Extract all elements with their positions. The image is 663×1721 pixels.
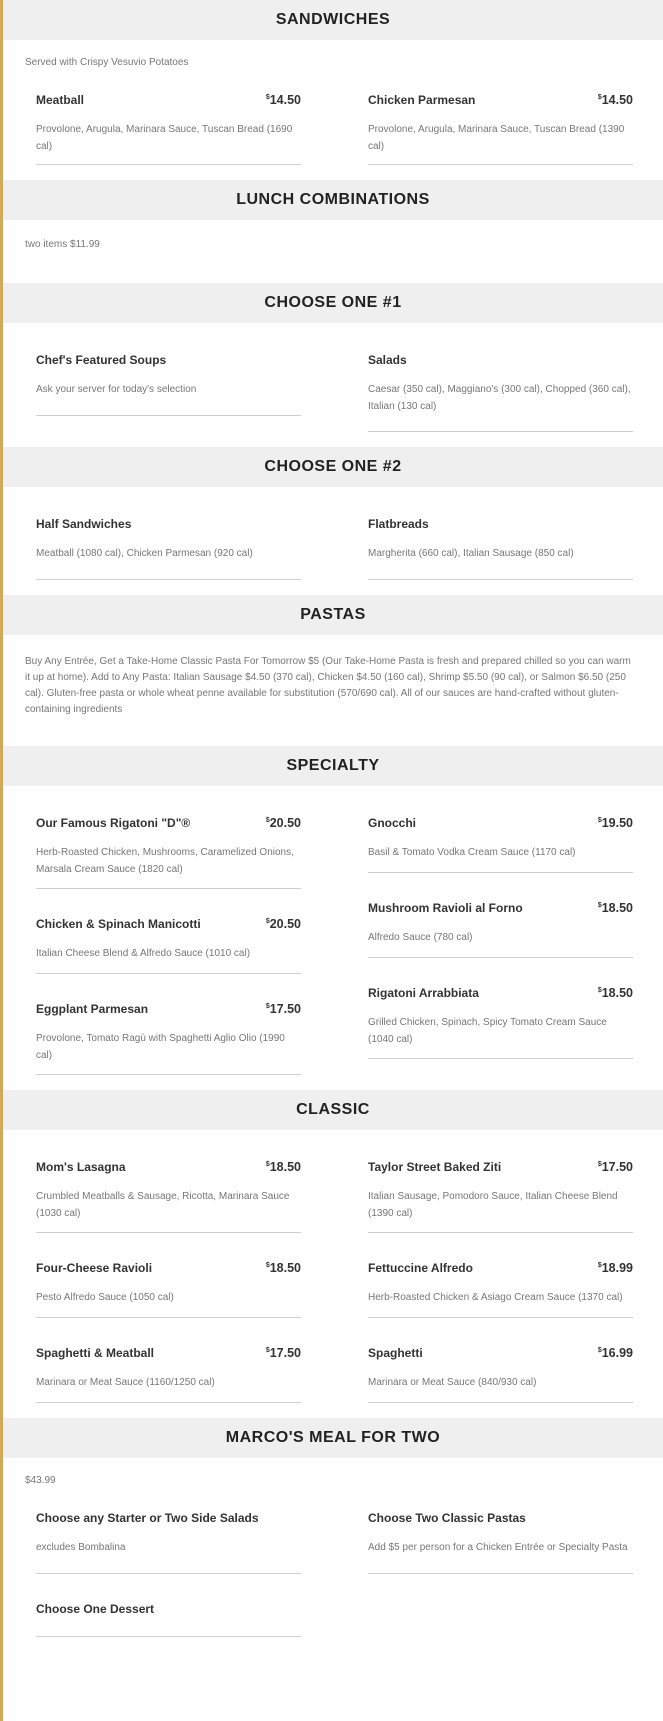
item-price: $17.50 <box>265 1002 301 1016</box>
section-header-specialty: SPECIALTY <box>3 746 663 786</box>
menu-item: Gnocchi $19.50 Basil & Tomato Vodka Crea… <box>368 816 633 873</box>
item-description: Ask your server for today's selection <box>36 384 197 395</box>
section-description: $43.99 <box>25 1475 56 1486</box>
section-description: Served with Crispy Vesuvio Potatoes <box>25 57 189 68</box>
menu-item: Fettuccine Alfredo $18.99 Herb-Roasted C… <box>368 1261 633 1318</box>
item-name: Half Sandwiches <box>36 517 132 531</box>
section-header-pastas: PASTAS <box>3 595 663 635</box>
item-name: Gnocchi <box>368 816 417 830</box>
item-name: Rigatoni Arrabbiata <box>368 986 479 1000</box>
item-description: Provolone, Arugula, Marinara Sauce, Tusc… <box>36 124 293 152</box>
section-description: two items $11.99 <box>25 239 100 250</box>
menu-item: Chicken Parmesan $14.50 Provolone, Arugu… <box>368 93 633 165</box>
section-title: CLASSIC <box>296 1101 370 1118</box>
item-description: Provolone, Arugula, Marinara Sauce, Tusc… <box>368 124 625 152</box>
item-name: Choose One Dessert <box>36 1602 155 1616</box>
menu-item: Flatbreads Margherita (660 cal), Italian… <box>368 517 633 580</box>
menu-item: Our Famous Rigatoni "D"® $20.50 Herb-Roa… <box>36 816 301 889</box>
menu-item: Meatball $14.50 Provolone, Arugula, Mari… <box>36 93 301 165</box>
item-name: Chef's Featured Soups <box>36 353 167 367</box>
menu-item: Choose One Dessert <box>36 1602 301 1637</box>
menu-item: Chef's Featured Soups Ask your server fo… <box>36 353 301 416</box>
item-name: Fettuccine Alfredo <box>368 1261 473 1275</box>
item-price: $18.99 <box>597 1261 633 1275</box>
menu-item: Choose Two Classic Pastas Add $5 per per… <box>368 1511 633 1574</box>
item-name: Chicken & Spinach Manicotti <box>36 917 201 931</box>
item-description: Basil & Tomato Vodka Cream Sauce (1170 c… <box>368 847 576 858</box>
menu-item: Four-Cheese Ravioli $18.50 Pesto Alfredo… <box>36 1261 301 1318</box>
item-description: Margherita (660 cal), Italian Sausage (8… <box>368 548 574 559</box>
section-header-meal-for-two: MARCO'S MEAL FOR TWO <box>3 1418 663 1458</box>
item-name: Taylor Street Baked Ziti <box>368 1160 502 1174</box>
item-price: $14.50 <box>265 93 301 107</box>
section-header-choose-one-1: CHOOSE ONE #1 <box>3 283 663 323</box>
item-description: Grilled Chicken, Spinach, Spicy Tomato C… <box>368 1017 607 1045</box>
item-description: Italian Cheese Blend & Alfredo Sauce (10… <box>36 948 251 959</box>
menu-item: Mushroom Ravioli al Forno $18.50 Alfredo… <box>368 901 633 958</box>
item-price: $20.50 <box>265 816 301 830</box>
item-name: Chicken Parmesan <box>368 93 476 107</box>
item-price: $14.50 <box>597 93 633 107</box>
section-description: Buy Any Entrée, Get a Take-Home Classic … <box>25 656 631 715</box>
section-title: LUNCH COMBINATIONS <box>236 191 430 208</box>
item-description: Crumbled Meatballs & Sausage, Ricotta, M… <box>36 1191 290 1219</box>
menu-item: Salads Caesar (350 cal), Maggiano's (300… <box>368 353 633 432</box>
section-header-choose-one-2: CHOOSE ONE #2 <box>3 447 663 487</box>
item-description: Herb-Roasted Chicken & Asiago Cream Sauc… <box>368 1292 623 1303</box>
item-name: Mom's Lasagna <box>36 1160 126 1174</box>
item-description: Alfredo Sauce (780 cal) <box>368 932 473 943</box>
menu-item: Chicken & Spinach Manicotti $20.50 Itali… <box>36 917 301 974</box>
item-price: $18.50 <box>265 1261 301 1275</box>
menu-item: Spaghetti $16.99 Marinara or Meat Sauce … <box>368 1346 633 1403</box>
item-name: Spaghetti <box>368 1346 423 1360</box>
item-description: Add $5 per person for a Chicken Entrée o… <box>368 1542 628 1553</box>
item-price: $18.50 <box>597 901 633 915</box>
section-title: MARCO'S MEAL FOR TWO <box>225 1429 441 1446</box>
menu-item: Taylor Street Baked Ziti $17.50 Italian … <box>368 1160 633 1233</box>
item-name: Eggplant Parmesan <box>36 1002 149 1016</box>
item-description: Provolone, Tomato Ragù with Spaghetti Ag… <box>36 1033 285 1061</box>
section-title: CHOOSE ONE #2 <box>264 458 402 475</box>
item-name: Mushroom Ravioli al Forno <box>368 901 523 915</box>
item-description: Marinara or Meat Sauce (840/930 cal) <box>368 1377 537 1388</box>
section-title: SPECIALTY <box>286 757 380 774</box>
menu-page: SANDWICHES Served with Crispy Vesuvio Po… <box>0 0 663 1721</box>
menu-item: Choose any Starter or Two Side Salads ex… <box>36 1511 301 1574</box>
item-name: Flatbreads <box>368 517 429 531</box>
item-name: Meatball <box>36 93 85 107</box>
section-title: SANDWICHES <box>275 11 391 28</box>
menu-item: Mom's Lasagna $18.50 Crumbled Meatballs … <box>36 1160 301 1233</box>
item-name: Choose any Starter or Two Side Salads <box>36 1511 259 1525</box>
item-description: Herb-Roasted Chicken, Mushrooms, Caramel… <box>36 847 294 875</box>
item-name: Spaghetti & Meatball <box>36 1346 155 1360</box>
item-name: Salads <box>368 353 407 367</box>
item-price: $20.50 <box>265 917 301 931</box>
section-title: PASTAS <box>300 606 366 623</box>
item-price: $17.50 <box>597 1160 633 1174</box>
item-description: excludes Bombalina <box>36 1542 126 1553</box>
section-title: CHOOSE ONE #1 <box>264 294 402 311</box>
item-price: $16.99 <box>597 1346 633 1360</box>
menu-item: Spaghetti & Meatball $17.50 Marinara or … <box>36 1346 301 1403</box>
item-name: Choose Two Classic Pastas <box>368 1511 526 1525</box>
item-description: Caesar (350 cal), Maggiano's (300 cal), … <box>368 384 631 412</box>
item-name: Our Famous Rigatoni "D"® <box>36 816 191 830</box>
menu-item: Half Sandwiches Meatball (1080 cal), Chi… <box>36 517 301 580</box>
item-description: Marinara or Meat Sauce (1160/1250 cal) <box>36 1377 215 1388</box>
menu-item: Eggplant Parmesan $17.50 Provolone, Toma… <box>36 1002 301 1075</box>
section-header-sandwiches: SANDWICHES <box>3 0 663 40</box>
menu-item: Rigatoni Arrabbiata $18.50 Grilled Chick… <box>368 986 633 1059</box>
item-description: Meatball (1080 cal), Chicken Parmesan (9… <box>36 548 253 559</box>
section-header-classic: CLASSIC <box>3 1090 663 1130</box>
item-price: $18.50 <box>597 986 633 1000</box>
item-price: $17.50 <box>265 1346 301 1360</box>
item-price: $18.50 <box>265 1160 301 1174</box>
item-description: Pesto Alfredo Sauce (1050 cal) <box>36 1292 174 1303</box>
item-price: $19.50 <box>597 816 633 830</box>
section-header-lunch-combinations: LUNCH COMBINATIONS <box>3 180 663 220</box>
item-description: Italian Sausage, Pomodoro Sauce, Italian… <box>368 1191 618 1219</box>
item-name: Four-Cheese Ravioli <box>36 1261 153 1275</box>
